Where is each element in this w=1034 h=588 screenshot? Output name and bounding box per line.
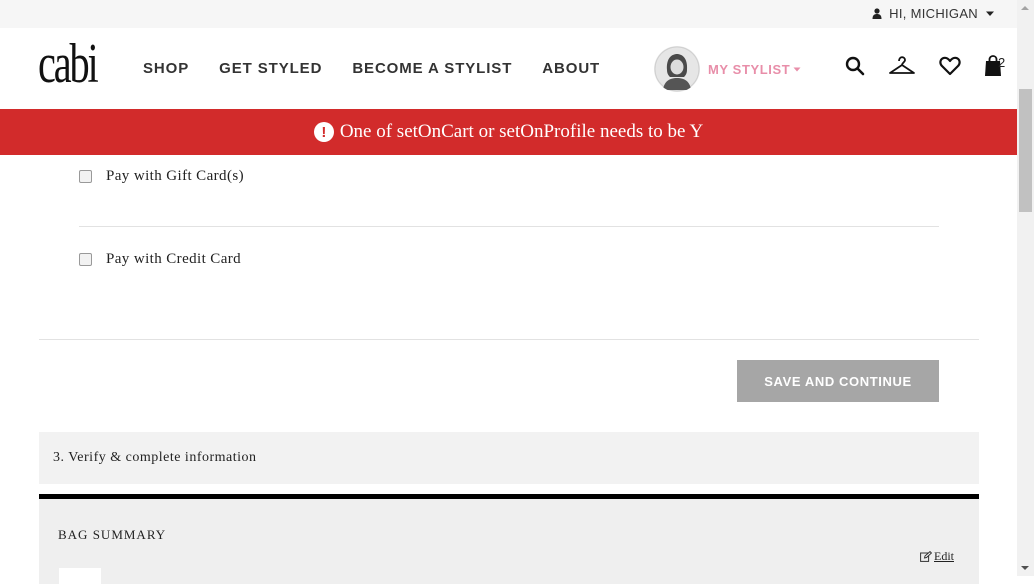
top-utility-bar: HI, MICHIGAN <box>0 0 1017 28</box>
save-and-continue-button[interactable]: SAVE AND CONTINUE <box>737 360 939 402</box>
gift-card-checkbox[interactable] <box>79 170 92 183</box>
greeting-text: HI, MICHIGAN <box>889 6 978 21</box>
edit-label: Edit <box>934 549 954 563</box>
error-alert-banner: ! One of setOnCart or setOnProfile needs… <box>0 109 1017 155</box>
my-stylist-menu[interactable]: MY STYLIST <box>654 46 801 92</box>
scrollbar-thumb[interactable] <box>1019 89 1032 212</box>
nav-item-become-a-stylist[interactable]: BECOME A STYLIST <box>352 60 512 77</box>
scroll-down-arrow-icon[interactable] <box>1021 566 1029 570</box>
caret-down-icon <box>793 67 801 71</box>
nav-item-about[interactable]: ABOUT <box>542 60 600 77</box>
exclamation-circle-icon: ! <box>313 122 334 142</box>
header-icons <box>845 55 1002 77</box>
divider <box>39 339 979 340</box>
credit-card-checkbox[interactable] <box>79 253 92 266</box>
credit-card-option[interactable]: Pay with Credit Card <box>79 251 241 268</box>
main-nav: SHOP GET STYLED BECOME A STYLIST ABOUT <box>143 60 600 77</box>
caret-down-icon <box>986 11 994 16</box>
cabi-logo[interactable]: cabi <box>38 36 99 92</box>
site-header: cabi SHOP GET STYLED BECOME A STYLIST AB… <box>0 28 1017 109</box>
verify-section-header[interactable]: 3. Verify & complete information <box>39 432 979 484</box>
gift-card-label: Pay with Gift Card(s) <box>106 168 244 184</box>
divider <box>79 226 939 227</box>
bag-summary-panel: BAG SUMMARY Edit <box>39 494 979 588</box>
credit-card-label: Pay with Credit Card <box>106 251 242 267</box>
stylist-avatar <box>654 46 700 92</box>
user-icon <box>872 8 882 19</box>
person-silhouette-icon <box>654 46 700 92</box>
gift-card-option[interactable]: Pay with Gift Card(s) <box>79 168 244 185</box>
account-greeting[interactable]: HI, MICHIGAN <box>872 6 995 21</box>
edit-bag-link[interactable]: Edit <box>920 549 954 564</box>
vertical-scrollbar[interactable] <box>1017 0 1034 576</box>
hanger-icon[interactable] <box>888 56 916 76</box>
scroll-up-arrow-icon[interactable] <box>1021 6 1029 10</box>
heart-icon[interactable] <box>939 56 961 76</box>
bag-count-badge: 2 <box>998 55 1006 70</box>
verify-section-label: 3. Verify & complete information <box>53 450 257 465</box>
nav-item-get-styled[interactable]: GET STYLED <box>219 60 322 77</box>
bag-summary-title: BAG SUMMARY <box>58 527 167 542</box>
search-icon[interactable] <box>845 56 865 76</box>
my-stylist-label: MY STYLIST <box>708 61 791 77</box>
product-thumbnail <box>59 568 101 588</box>
nav-item-shop[interactable]: SHOP <box>143 60 189 77</box>
edit-pencil-icon <box>920 551 932 562</box>
alert-message: One of setOnCart or setOnProfile needs t… <box>339 121 704 142</box>
